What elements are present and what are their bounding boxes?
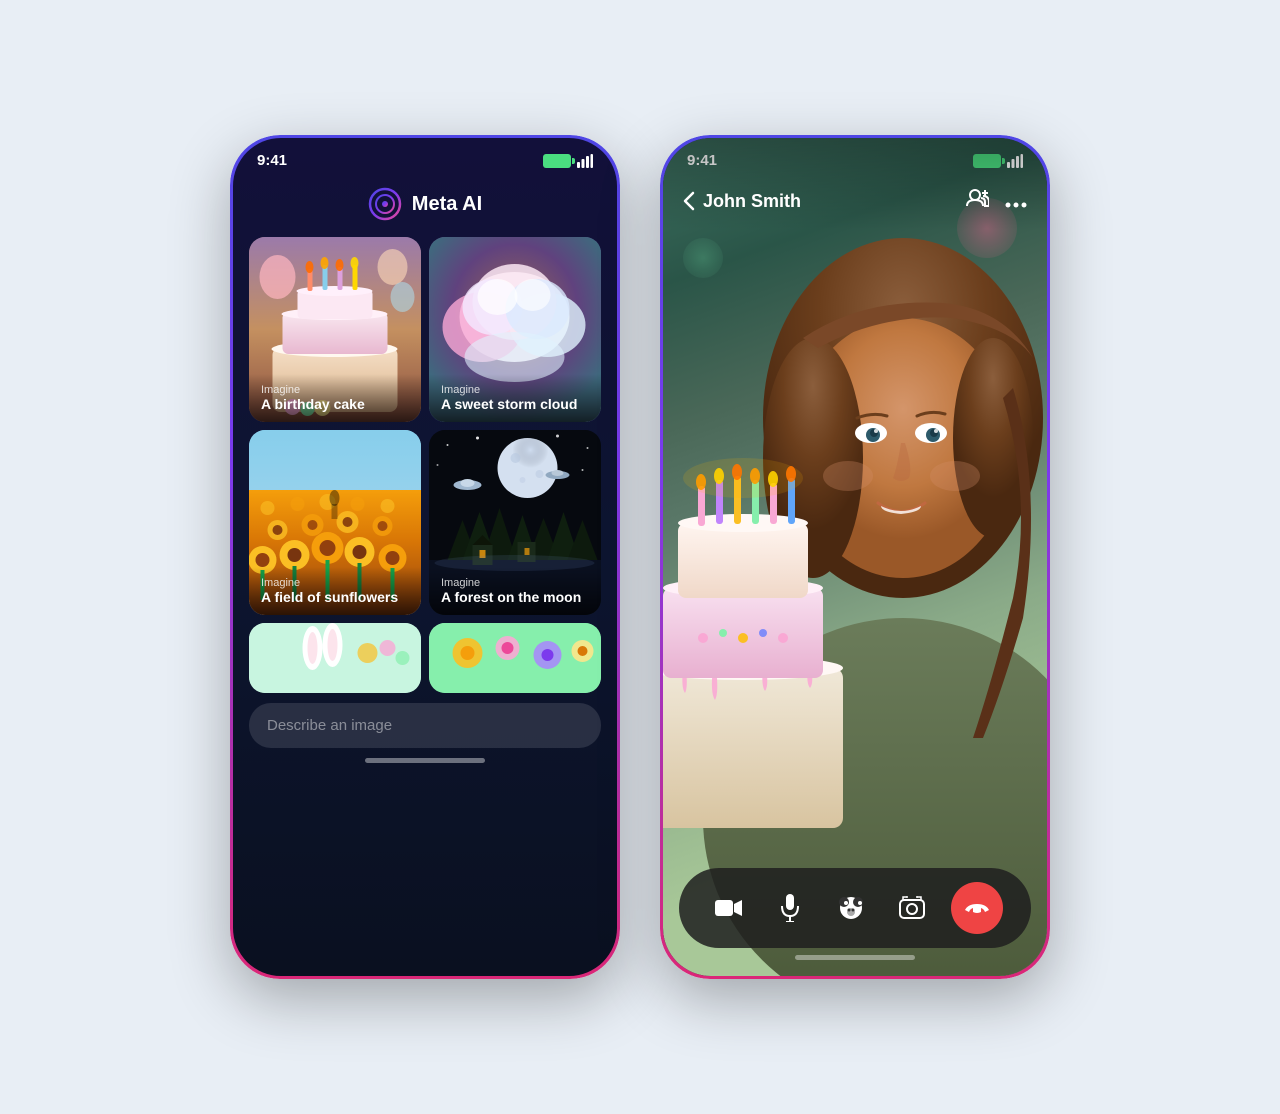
meta-ai-logo-icon: [368, 187, 402, 221]
video-camera-button[interactable]: [707, 886, 751, 930]
effects-button[interactable]: [829, 886, 873, 930]
call-header-actions: [965, 188, 1027, 214]
microphone-icon: [780, 894, 800, 922]
card-sunflowers-label: Imagine A field of sunflowers: [249, 567, 421, 615]
card-flowers[interactable]: [429, 623, 601, 693]
call-controls: [679, 868, 1031, 948]
more-options-button[interactable]: [1005, 188, 1027, 214]
end-call-icon: [963, 898, 991, 918]
images-grid: Imagine A birthday cake: [233, 237, 617, 615]
end-call-button[interactable]: [951, 882, 1003, 934]
back-button[interactable]: John Smith: [683, 191, 801, 212]
right-home-indicator: [795, 955, 915, 960]
add-person-icon: [965, 188, 989, 208]
left-home-indicator: [365, 758, 485, 763]
card-storm[interactable]: Imagine A sweet storm cloud: [429, 237, 601, 422]
flip-camera-icon: [898, 896, 926, 920]
left-status-icons: [543, 154, 593, 168]
back-arrow-icon: [683, 191, 695, 211]
meta-ai-header: Meta AI: [233, 177, 617, 237]
bottom-cards: [233, 615, 617, 693]
left-phone: 9:41: [230, 135, 620, 979]
card-birthday[interactable]: Imagine A birthday cake: [249, 237, 421, 422]
caller-name: John Smith: [703, 191, 801, 212]
card-moon-label: Imagine A forest on the moon: [429, 567, 601, 615]
card-bunny[interactable]: [249, 623, 421, 693]
battery-icon: [543, 154, 571, 168]
video-camera-icon: [715, 897, 743, 919]
right-phone: 9:41: [660, 135, 1050, 979]
meta-ai-title: Meta AI: [412, 193, 482, 216]
add-person-button[interactable]: [965, 188, 989, 214]
microphone-button[interactable]: [768, 886, 812, 930]
more-options-icon: [1005, 202, 1027, 208]
describe-input[interactable]: Describe an image: [249, 703, 601, 748]
left-status-bar: 9:41: [233, 138, 617, 177]
card-sunflowers[interactable]: Imagine A field of sunflowers: [249, 430, 421, 615]
left-time: 9:41: [257, 152, 287, 169]
card-storm-label: Imagine A sweet storm cloud: [429, 374, 601, 422]
card-birthday-label: Imagine A birthday cake: [249, 374, 421, 422]
flip-camera-button[interactable]: [890, 886, 934, 930]
card-moon[interactable]: Imagine A forest on the moon: [429, 430, 601, 615]
signal-icon: [577, 154, 593, 168]
effects-icon: [836, 895, 866, 921]
input-placeholder: Describe an image: [267, 717, 392, 734]
call-header: John Smith: [663, 138, 1047, 230]
